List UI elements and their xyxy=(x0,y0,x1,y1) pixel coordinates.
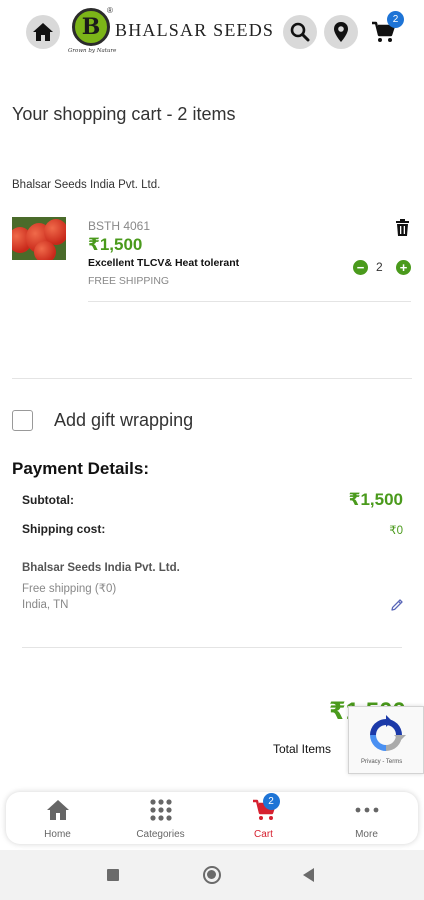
more-dots-icon xyxy=(355,807,378,813)
recaptcha-badge[interactable]: Privacy - Terms xyxy=(348,706,424,774)
back-button[interactable] xyxy=(303,868,314,882)
brand-logo[interactable]: B ® BHALSAR SEEDS Grown by Nature xyxy=(68,6,273,58)
subtotal-value: ₹1,500 xyxy=(348,490,403,509)
bottom-navigation: Home Categories 2 Cart More xyxy=(6,792,418,844)
product-description: Excellent TLCV& Heat tolerant xyxy=(88,257,240,269)
quantity-decrease-button[interactable]: − xyxy=(353,260,368,275)
product-image[interactable] xyxy=(12,217,66,260)
nav-more-label: More xyxy=(355,829,378,840)
location-pin-icon xyxy=(334,22,348,42)
nav-cart-label: Cart xyxy=(254,829,273,840)
address-location: India, TN xyxy=(22,599,69,611)
shipping-cost-value: ₹0 xyxy=(389,525,403,537)
edit-pencil-icon[interactable] xyxy=(390,598,404,612)
quantity-value: 2 xyxy=(376,260,383,274)
nav-categories[interactable]: Categories xyxy=(109,792,212,844)
product-price: ₹1,500 xyxy=(88,235,143,254)
total-items-label: Total Items xyxy=(273,742,332,756)
subtotal-label: Subtotal: xyxy=(22,493,74,507)
nav-categories-label: Categories xyxy=(136,829,185,840)
page-title: Your shopping cart - 2 items xyxy=(12,104,236,124)
header-cart-button[interactable]: 2 xyxy=(368,11,404,47)
system-navigation-bar xyxy=(0,850,424,900)
seller-name: Bhalsar Seeds India Pvt. Ltd. xyxy=(12,179,161,191)
item-divider xyxy=(88,301,411,302)
home-system-button[interactable] xyxy=(203,866,221,884)
brand-name: BHALSAR SEEDS xyxy=(115,20,275,40)
shipping-cost-label: Shipping cost: xyxy=(22,522,106,536)
recents-button[interactable] xyxy=(107,869,119,881)
nav-home[interactable]: Home xyxy=(6,792,109,844)
location-button[interactable] xyxy=(324,15,358,49)
home-button[interactable] xyxy=(26,15,60,49)
address-shipping: Free shipping (₹0) xyxy=(22,583,117,595)
home-icon xyxy=(33,23,53,41)
product-shipping: FREE SHIPPING xyxy=(88,275,170,287)
nav-cart[interactable]: 2 Cart xyxy=(212,792,315,844)
recaptcha-icon xyxy=(370,715,406,751)
app-header: B ® BHALSAR SEEDS Grown by Nature 2 xyxy=(0,0,424,64)
quantity-increase-button[interactable]: + xyxy=(396,260,411,275)
address-name: Bhalsar Seeds India Pvt. Ltd. xyxy=(22,562,180,574)
home-icon xyxy=(46,800,69,820)
recaptcha-links[interactable]: Privacy - Terms xyxy=(361,759,402,765)
nav-more[interactable]: More xyxy=(315,792,418,844)
registered-mark: ® xyxy=(107,6,113,15)
cart-count-badge: 2 xyxy=(387,11,404,28)
grid-icon xyxy=(149,799,172,821)
logo-mark: B xyxy=(72,8,110,46)
gift-wrapping-checkbox[interactable] xyxy=(12,410,33,431)
nav-cart-badge: 2 xyxy=(262,793,280,810)
payment-divider xyxy=(22,647,402,648)
section-divider xyxy=(12,378,412,379)
nav-home-label: Home xyxy=(44,829,71,840)
product-sku[interactable]: BSTH 4061 xyxy=(88,219,150,233)
trash-icon[interactable] xyxy=(395,219,410,236)
payment-details-heading: Payment Details: xyxy=(12,459,149,478)
gift-wrapping-label[interactable]: Add gift wrapping xyxy=(54,410,193,431)
search-icon xyxy=(290,22,310,42)
search-button[interactable] xyxy=(283,15,317,49)
brand-tagline: Grown by Nature xyxy=(68,48,117,54)
